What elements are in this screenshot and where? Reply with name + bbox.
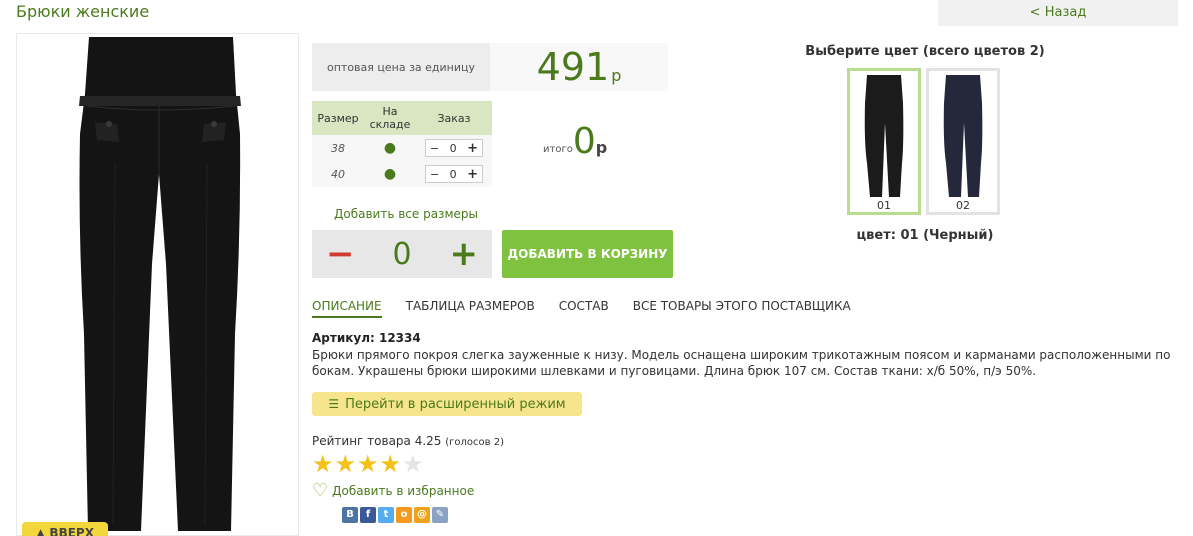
increment-button[interactable]: + — [467, 141, 478, 156]
order-cell: − 0 + — [416, 135, 492, 161]
table-row: 40 ● − 0 + — [312, 161, 492, 187]
stock-indicator: ● — [364, 135, 416, 161]
order-cell: − 0 + — [416, 161, 492, 187]
decrease-quantity-button[interactable]: − — [326, 237, 355, 271]
price-number: 491 — [536, 45, 610, 89]
total-value: 0 — [572, 121, 596, 162]
order-total: итого 0 р — [543, 123, 607, 161]
increment-button[interactable]: + — [467, 167, 478, 182]
scroll-up-button[interactable]: ▲ ВВЕРХ — [22, 522, 108, 536]
twitter-icon[interactable]: t — [378, 507, 394, 523]
vk-icon[interactable]: В — [342, 507, 358, 523]
extended-mode-button[interactable]: ☰ Перейти в расширенный режим — [312, 392, 582, 416]
size-header: Размер — [312, 101, 364, 135]
rating-label: Рейтинг товара 4.25 — [312, 434, 442, 448]
star-icon[interactable]: ★ — [312, 452, 334, 476]
sizes-table: Размер На складе Заказ 38 ● − 0 + 40 ● −… — [312, 101, 492, 187]
extended-mode-label: Перейти в расширенный режим — [345, 396, 566, 412]
add-all-sizes-link[interactable]: Добавить все размеры — [334, 207, 478, 221]
order-header: Заказ — [416, 101, 492, 135]
color-swatch-02[interactable]: 02 — [926, 68, 1000, 215]
tab-supplier-products[interactable]: ВСЕ ТОВАРЫ ЭТОГО ПОСТАВЩИКА — [633, 299, 851, 318]
rating-stars[interactable]: ★ ★ ★ ★ ★ — [312, 452, 425, 476]
star-icon[interactable]: ★ — [402, 452, 424, 476]
back-button[interactable]: < Назад — [938, 0, 1178, 26]
star-icon[interactable]: ★ — [357, 452, 379, 476]
quantity-control: − 0 + — [312, 230, 492, 278]
selected-color-name: цвет: 01 (Черный) — [856, 228, 994, 243]
color-code: 01 — [877, 199, 891, 212]
add-to-favorites-link[interactable]: ♡ Добавить в избранное — [312, 480, 475, 501]
price-label: оптовая цена за единицу — [312, 43, 490, 91]
list-icon: ☰ — [328, 397, 340, 411]
quantity-stepper: − 0 + — [425, 139, 483, 157]
tab-description[interactable]: ОПИСАНИЕ — [312, 299, 382, 318]
price-box: оптовая цена за единицу 491 р — [312, 43, 668, 91]
color-code: 02 — [956, 199, 970, 212]
increase-quantity-button[interactable]: + — [450, 237, 479, 271]
quantity-value[interactable]: 0 — [450, 168, 457, 181]
social-share-bar: Вf t о @ ✎ — [342, 507, 450, 523]
decrement-button[interactable]: − — [430, 142, 439, 155]
add-to-cart-button[interactable]: ДОБАВИТЬ В КОРЗИНУ — [502, 230, 673, 278]
color-picker-title: Выберите цвет (всего цветов 2) — [805, 44, 1045, 59]
tab-size-chart[interactable]: ТАБЛИЦА РАЗМЕРОВ — [406, 299, 535, 318]
product-tabs: ОПИСАНИЕ ТАБЛИЦА РАЗМЕРОВ СОСТАВ ВСЕ ТОВ… — [312, 299, 875, 318]
product-description: Брюки прямого покроя слегка зауженные к … — [312, 348, 1171, 378]
total-label: итого — [543, 144, 573, 155]
product-photo[interactable] — [16, 33, 299, 536]
price-value: 491 р — [490, 43, 668, 91]
size-cell: 40 — [312, 161, 364, 187]
stock-header: На складе — [364, 101, 416, 135]
mailru-icon[interactable]: @ — [414, 507, 430, 523]
quantity-value[interactable]: 0 — [392, 237, 411, 272]
decrement-button[interactable]: − — [430, 168, 439, 181]
quantity-stepper: − 0 + — [425, 165, 483, 183]
odnoklassniki-icon[interactable]: о — [396, 507, 412, 523]
stock-indicator: ● — [364, 161, 416, 187]
rating-text: Рейтинг товара 4.25 (голосов 2) — [312, 434, 504, 448]
heart-icon: ♡ — [312, 480, 329, 501]
star-icon[interactable]: ★ — [335, 452, 357, 476]
favorites-label: Добавить в избранное — [332, 484, 475, 498]
quantity-value[interactable]: 0 — [450, 142, 457, 155]
tab-composition[interactable]: СОСТАВ — [559, 299, 609, 318]
page-title: Брюки женские — [16, 2, 150, 21]
facebook-icon[interactable]: f — [360, 507, 376, 523]
color-swatch-01[interactable]: 01 — [847, 68, 921, 215]
livejournal-icon[interactable]: ✎ — [432, 507, 448, 523]
size-cell: 38 — [312, 135, 364, 161]
table-row: 38 ● − 0 + — [312, 135, 492, 161]
rating-votes: (голосов 2) — [445, 437, 505, 448]
price-currency: р — [611, 66, 622, 85]
star-icon[interactable]: ★ — [380, 452, 402, 476]
total-currency: р — [595, 138, 608, 157]
article-number: Артикул: 12334 — [312, 331, 421, 345]
